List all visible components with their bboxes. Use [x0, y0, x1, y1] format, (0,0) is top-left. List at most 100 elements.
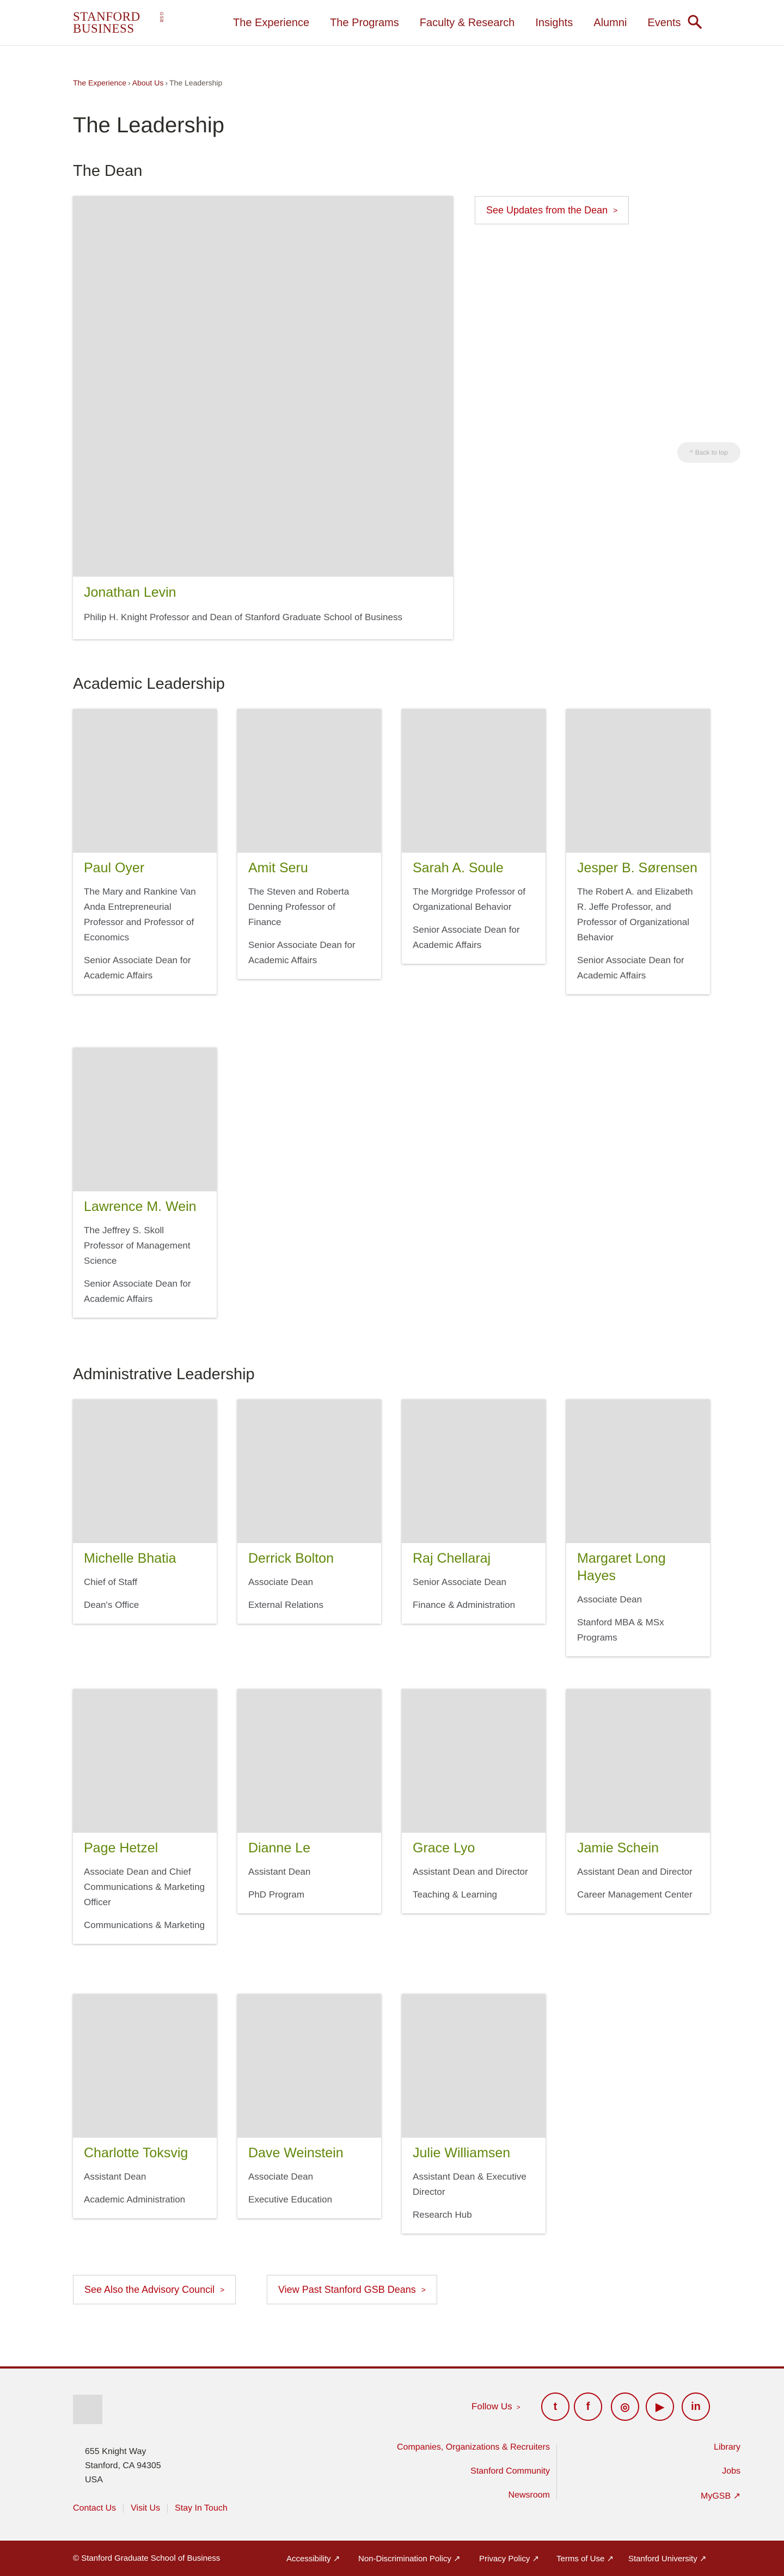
leader-card[interactable]: Dave Weinstein Associate Dean Executive Ed… [237, 1994, 381, 2218]
leader-title: Assistant Dean and Director [413, 1867, 528, 1877]
leader-card[interactable]: Charlotte Toksvig Assistant Dean Academic … [73, 1994, 217, 2218]
privacy-policy-link[interactable]: Privacy Policy ↗ [479, 2554, 539, 2563]
jobs-link[interactable]: Jobs [722, 2467, 740, 2476]
leader-card[interactable]: Paul Oyer The Mary and Rankine Van Anda E… [73, 709, 217, 994]
footer-logo[interactable] [73, 2395, 102, 2424]
linkedin-icon[interactable]: in [682, 2393, 710, 2421]
contact-us-link[interactable]: Contact Us [73, 2504, 123, 2513]
leader-card-body: Page Hetzel Associate Dean and Chief Comm… [73, 1833, 217, 1944]
leader-name[interactable]: Dave Weinstein [248, 2144, 370, 2162]
follow-us-label: Follow Us [471, 2401, 512, 2412]
leader-photo [73, 709, 217, 853]
leader-name[interactable]: Raj Chellaraj [413, 1550, 535, 1567]
leader-name[interactable]: Derrick Bolton [248, 1550, 370, 1567]
leader-name[interactable]: Lawrence M. Wein [84, 1198, 206, 1215]
leader-title: The Morgridge Professor of Organizationa… [413, 886, 525, 912]
leader-card-body: Michelle Bhatia Chief of Staff Dean's Offi… [73, 1543, 217, 1624]
nav-the-programs[interactable]: The Programs [330, 17, 399, 29]
stanford-university-link[interactable]: Stanford University ↗ [628, 2554, 706, 2563]
dean-name[interactable]: Jonathan Levin [84, 585, 176, 601]
companies-recruiters-link[interactable]: Companies, Organizations & Recruiters [397, 2443, 550, 2452]
visit-us-link[interactable]: Visit Us [123, 2504, 168, 2513]
leader-card[interactable]: Page Hetzel Associate Dean and Chief Comm… [73, 1689, 217, 1944]
mygsb-link[interactable]: MyGSB ↗ [701, 2491, 740, 2501]
leader-card[interactable]: Jesper B. Sørensen The Robert A. and Eliz… [566, 709, 710, 994]
facebook-icon[interactable]: f [574, 2393, 602, 2421]
leader-department: Teaching & Learning [413, 1889, 498, 1900]
leader-department: Senior Associate Dean for Academic Affai… [84, 955, 191, 981]
nav-the-experience[interactable]: The Experience [233, 17, 309, 29]
leader-card[interactable]: Grace Lyo Assistant Dean and Director Teac… [402, 1689, 546, 1913]
stanford-gsb-logo[interactable]: STANFORD BUSINESS GSB [73, 10, 164, 36]
nav-insights[interactable]: Insights [535, 17, 573, 29]
leader-department: External Relations [248, 1600, 323, 1610]
leader-card[interactable]: Derrick Bolton Associate Dean External Rel… [237, 1399, 381, 1624]
leader-photo [566, 1689, 710, 1833]
leader-name[interactable]: Julie Williamsen [413, 2144, 535, 2162]
leader-card[interactable]: Raj Chellaraj Senior Associate Dean Financ… [402, 1399, 546, 1624]
leader-card-body: Jamie Schein Assistant Dean and Director C… [566, 1833, 710, 1913]
leader-photo [402, 709, 546, 853]
follow-us[interactable]: Follow Us > [471, 2401, 520, 2412]
past-deans-button[interactable]: View Past Stanford GSB Deans > [267, 2275, 437, 2304]
leader-name[interactable]: Jamie Schein [577, 1839, 699, 1857]
leader-name[interactable]: Charlotte Toksvig [84, 2144, 206, 2162]
dean-card[interactable]: Jonathan Levin Philip H. Knight Professo… [73, 196, 453, 639]
leader-title: Associate Dean and Chief Communications … [84, 1867, 205, 1907]
stay-in-touch-link[interactable]: Stay In Touch [167, 2504, 235, 2513]
see-updates-from-dean-button[interactable]: See Updates from the Dean > [475, 196, 629, 224]
youtube-icon[interactable]: ▶ [646, 2393, 674, 2421]
non-discrimination-link[interactable]: Non-Discrimination Policy ↗ [358, 2554, 461, 2563]
chevron-up-icon: ^ [690, 449, 693, 456]
breadcrumb: The Experience › About Us › The Leadership [73, 78, 222, 87]
library-link[interactable]: Library [714, 2443, 740, 2452]
leader-name[interactable]: Page Hetzel [84, 1839, 206, 1857]
leader-name[interactable]: Amit Seru [248, 859, 370, 877]
chevron-right-icon: > [220, 2285, 225, 2294]
leader-photo [237, 709, 381, 853]
leader-name[interactable]: Margaret Long Hayes [577, 1550, 699, 1584]
leader-card[interactable]: Michelle Bhatia Chief of Staff Dean's Offi… [73, 1399, 217, 1624]
search-icon[interactable] [687, 14, 702, 29]
leader-card[interactable]: Lawrence M. Wein The Jeffrey S. Skoll Pro… [73, 1048, 217, 1318]
twitter-icon[interactable]: t [541, 2393, 569, 2421]
leader-card[interactable]: Julie Williamsen Assistant Dean & Executi… [402, 1994, 546, 2234]
advisory-council-button[interactable]: See Also the Advisory Council > [73, 2275, 236, 2304]
terms-of-use-link[interactable]: Terms of Use ↗ [556, 2554, 614, 2563]
leader-department: Stanford MBA & MSx Programs [577, 1617, 664, 1643]
nav-faculty-research[interactable]: Faculty & Research [420, 17, 515, 29]
leader-name[interactable]: Grace Lyo [413, 1839, 535, 1857]
back-to-top-button[interactable]: ^ Back to top [677, 442, 740, 463]
leader-title: Associate Dean [577, 1594, 642, 1605]
leader-name[interactable]: Jesper B. Sørensen [577, 859, 699, 877]
footer-divider [556, 2445, 557, 2499]
leader-department: Senior Associate Dean for Academic Affai… [84, 1278, 191, 1304]
newsroom-link[interactable]: Newsroom [509, 2491, 550, 2500]
chevron-right-icon: > [421, 2285, 426, 2294]
leader-name[interactable]: Paul Oyer [84, 859, 206, 877]
leader-card-body: Jesper B. Sørensen The Robert A. and Eliz… [566, 853, 710, 994]
nav-alumni[interactable]: Alumni [593, 17, 627, 29]
instagram-icon[interactable]: ◎ [611, 2393, 639, 2421]
breadcrumb-the-experience[interactable]: The Experience [73, 78, 126, 87]
leader-name[interactable]: Dianne Le [248, 1839, 370, 1857]
stanford-community-link[interactable]: Stanford Community [470, 2467, 550, 2476]
leader-card[interactable]: Sarah A. Soule The Morgridge Professor of… [402, 709, 546, 964]
past-deans-label: View Past Stanford GSB Deans [278, 2284, 416, 2295]
leader-department: Dean's Office [84, 1600, 139, 1610]
leader-card-body: Sarah A. Soule The Morgridge Professor of… [402, 853, 546, 964]
leader-title: Assistant Dean [248, 1867, 311, 1877]
administrative-leadership-heading: Administrative Leadership [73, 1366, 255, 1383]
leader-name[interactable]: Michelle Bhatia [84, 1550, 206, 1567]
dean-heading: The Dean [73, 162, 143, 180]
breadcrumb-about-us[interactable]: About Us [132, 78, 164, 87]
leader-card[interactable]: Margaret Long Hayes Associate Dean Stanfor… [566, 1399, 710, 1656]
leader-photo [402, 1689, 546, 1833]
leader-card[interactable]: Jamie Schein Assistant Dean and Director C… [566, 1689, 710, 1913]
leader-card[interactable]: Dianne Le Assistant Dean PhD Program [237, 1689, 381, 1913]
leader-title: The Steven and Roberta Denning Professor… [248, 886, 350, 927]
nav-events[interactable]: Events [647, 17, 681, 29]
accessibility-link[interactable]: Accessibility ↗ [286, 2554, 340, 2563]
leader-name[interactable]: Sarah A. Soule [413, 859, 535, 877]
leader-card[interactable]: Amit Seru The Steven and Roberta Denning … [237, 709, 381, 979]
